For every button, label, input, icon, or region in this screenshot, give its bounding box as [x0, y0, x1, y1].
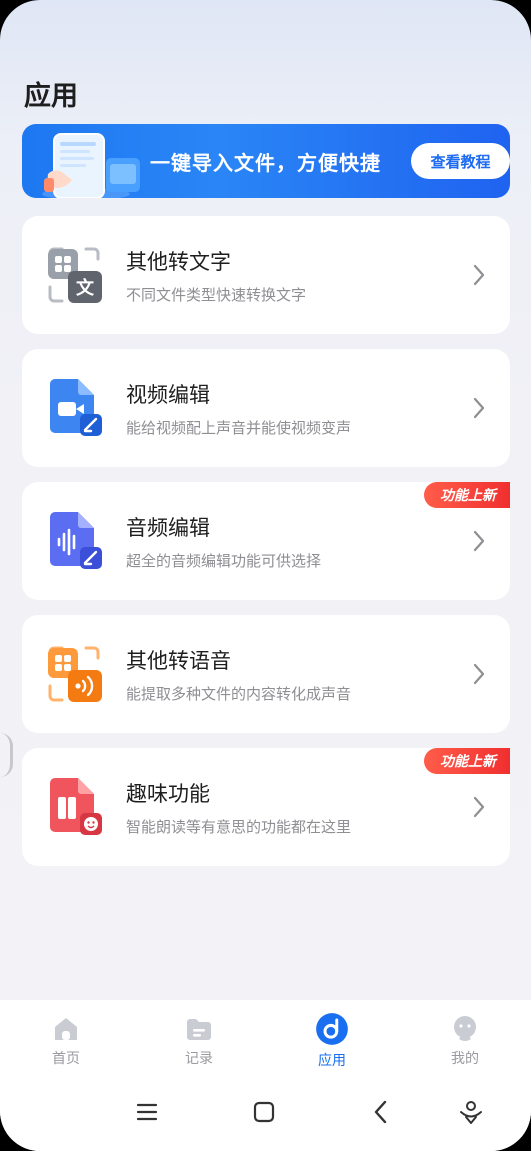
tab-label: 应用	[318, 1053, 346, 1069]
card-subtitle: 能给视频配上声音并能使视频变声	[126, 419, 352, 437]
side-drawer-handle[interactable]	[0, 733, 13, 777]
chevron-right-icon	[473, 796, 485, 818]
card-subtitle: 能提取多种文件的内容转化成声音	[126, 685, 352, 703]
profile-icon	[454, 1016, 476, 1041]
file-to-speech-icon	[48, 646, 102, 702]
bottom-tab-bar: 首页 记录 应用 我的	[0, 1000, 531, 1151]
back-icon[interactable]	[366, 1097, 396, 1127]
chevron-right-icon	[473, 264, 485, 286]
chevron-right-icon	[473, 663, 485, 685]
home-icon	[55, 1018, 77, 1040]
banner-text: 一键导入文件，方便快捷	[150, 151, 381, 175]
file-to-text-icon: 文	[48, 247, 102, 303]
card-title: 音频编辑	[126, 516, 210, 540]
card-subtitle: 不同文件类型快速转换文字	[126, 286, 307, 304]
card-fun-features[interactable]: 功能上新 趣味功能 智能朗读等有意思的功能都在这里	[22, 748, 510, 866]
assistant-icon[interactable]	[456, 1097, 486, 1127]
menu-icon[interactable]	[132, 1097, 162, 1127]
fun-feature-icon	[50, 778, 102, 835]
chevron-right-icon	[473, 530, 485, 552]
card-file-to-text[interactable]: 文 其他转文字 不同文件类型快速转换文字	[22, 216, 510, 334]
view-tutorial-button[interactable]: 查看教程	[411, 143, 510, 179]
card-file-to-speech[interactable]: 其他转语音 能提取多种文件的内容转化成声音	[22, 615, 510, 733]
folder-icon	[187, 1019, 211, 1040]
card-video-edit[interactable]: 视频编辑 能给视频配上声音并能使视频变声	[22, 349, 510, 467]
card-title: 其他转文字	[126, 250, 231, 274]
card-subtitle: 智能朗读等有意思的功能都在这里	[126, 818, 352, 836]
tab-records[interactable]: 记录	[159, 1014, 239, 1074]
tab-apps[interactable]: 应用	[292, 1013, 372, 1074]
audio-edit-icon	[50, 512, 102, 569]
phone-import-illustration	[42, 133, 140, 198]
app-screen: 应用 一键导入文件，方便快捷 查看教程 文 其他转文字 不同文件类型快速转换文字…	[0, 0, 531, 1151]
home-square-icon[interactable]	[249, 1097, 279, 1127]
new-feature-badge: 功能上新	[424, 482, 510, 508]
card-subtitle: 超全的音频编辑功能可供选择	[126, 552, 322, 570]
card-audio-edit[interactable]: 功能上新 音频编辑 超全的音频编辑功能可供选择	[22, 482, 510, 600]
apps-icon	[316, 1013, 348, 1045]
chevron-right-icon	[473, 397, 485, 419]
tab-label: 记录	[185, 1051, 213, 1067]
svg-text:文: 文	[76, 277, 95, 299]
card-title: 视频编辑	[126, 383, 210, 407]
tab-label: 我的	[451, 1051, 479, 1067]
import-banner[interactable]: 一键导入文件，方便快捷 查看教程	[22, 124, 510, 198]
tab-profile[interactable]: 我的	[425, 1014, 505, 1074]
card-title: 趣味功能	[126, 782, 210, 806]
tab-home[interactable]: 首页	[26, 1014, 106, 1074]
tab-label: 首页	[52, 1051, 80, 1067]
video-edit-icon	[50, 379, 102, 436]
card-title: 其他转语音	[126, 649, 231, 673]
new-feature-badge: 功能上新	[424, 748, 510, 774]
page-title: 应用	[24, 81, 78, 112]
